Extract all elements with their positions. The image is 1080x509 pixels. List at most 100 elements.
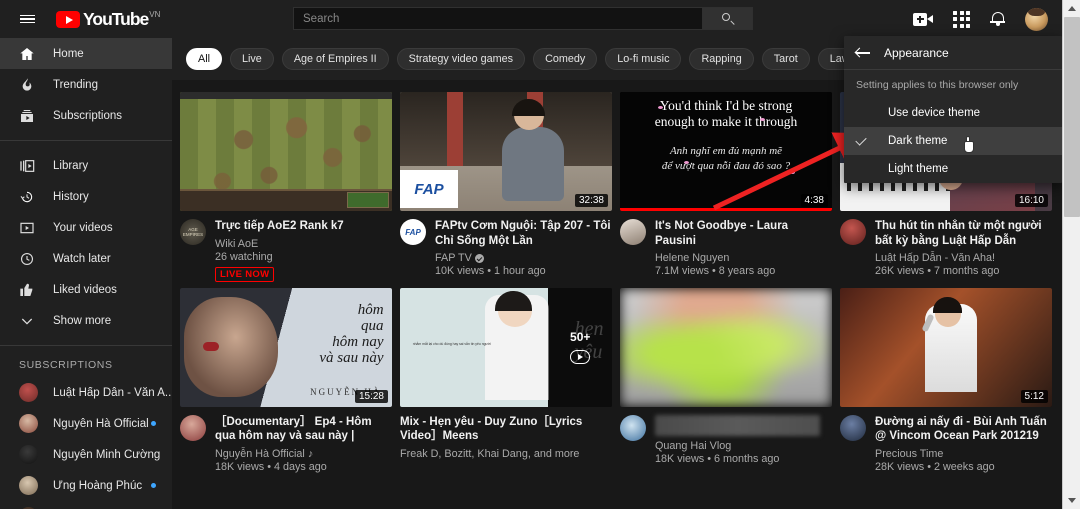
video-card[interactable]: Quang Hai Vlog18K views • 6 months ago: [620, 288, 836, 473]
video-duration: 5:12: [1021, 390, 1048, 403]
subscription-item[interactable]: Luật Hấp Dẫn - Văn A...: [0, 377, 172, 408]
account-avatar[interactable]: [1025, 8, 1048, 31]
video-thumbnail[interactable]: [180, 92, 392, 211]
scrollbar-thumb[interactable]: [1064, 17, 1080, 217]
channel-avatar[interactable]: FAP: [400, 219, 426, 245]
video-channel[interactable]: Precious Time: [875, 448, 1052, 460]
video-channel[interactable]: Helene Nguyen: [655, 252, 832, 264]
video-thumbnail[interactable]: hômquahôm nayvà sau nàyNGUYỄN HÀ15:28: [180, 288, 392, 407]
scroll-up-arrow[interactable]: [1063, 0, 1080, 17]
dropdown-back-row[interactable]: Appearance: [844, 36, 1062, 70]
filter-chip-age-of-empires-ii[interactable]: Age of Empires II: [282, 48, 389, 70]
video-meta: FAP FAPtv Cơm Nguội: Tập 207 - Tôi Chỉ Số…: [400, 219, 616, 277]
video-duration: 16:10: [1015, 194, 1048, 207]
sidebar-item-label: Library: [53, 160, 88, 172]
sidebar-item-watch-later[interactable]: Watch later: [0, 243, 172, 274]
subscription-label: Ưng Hoàng Phúc: [53, 480, 142, 492]
filter-chip-strategy-video-games[interactable]: Strategy video games: [397, 48, 525, 70]
theme-option-light-theme[interactable]: Light theme: [844, 155, 1062, 183]
video-title[interactable]: ［Documentary］ Ep4 - Hôm qua hôm nay và s…: [215, 415, 392, 444]
channel-avatar[interactable]: [620, 415, 646, 441]
scroll-down-arrow[interactable]: [1063, 492, 1080, 509]
video-duration: 15:28: [355, 390, 388, 403]
video-title[interactable]: Đường ai nấy đi - Bùi Anh Tuấn @ Vincom …: [875, 415, 1052, 444]
video-card[interactable]: nhắm mắt lại cho dù đúng hay sai vẫn tin…: [400, 288, 616, 473]
subscription-item[interactable]: Nguyễn Minh Cường: [0, 439, 172, 470]
video-channel[interactable]: Nguyễn Hà Official ♪: [215, 448, 392, 460]
channel-avatar[interactable]: [840, 219, 866, 245]
sidebar-item-home[interactable]: Home: [0, 38, 172, 69]
theme-option-dark-theme[interactable]: Dark theme: [844, 127, 1062, 155]
video-channel[interactable]: Freak D, Bozitt, Khai Dang, and more: [400, 448, 612, 460]
live-now-badge: LIVE NOW: [215, 267, 274, 282]
video-thumbnail[interactable]: nhắm mắt lại cho dù đúng hay sai vẫn tin…: [400, 288, 612, 407]
video-title[interactable]: It's Not Goodbye - Laura Pausini: [655, 219, 832, 248]
video-thumbnail[interactable]: You'd think I'd be strongenough to make …: [620, 92, 832, 211]
clock-icon: [19, 251, 43, 267]
filter-chip-comedy[interactable]: Comedy: [533, 48, 597, 70]
subscription-label: Luật Hấp Dẫn - Văn A...: [53, 387, 172, 399]
theme-option-use-device-theme[interactable]: Use device theme: [844, 99, 1062, 127]
youtube-logo[interactable]: YouTube VN: [56, 10, 160, 28]
filter-chip-rapping[interactable]: Rapping: [689, 48, 753, 70]
channel-avatar[interactable]: AGEEMPIRES: [180, 219, 206, 245]
video-title[interactable]: Mix - Hẹn yêu - Duy Zuno［Lyrics Video］Me…: [400, 415, 612, 444]
video-channel[interactable]: Wiki AoE: [215, 238, 392, 250]
video-card[interactable]: 5:12 Đường ai nấy đi - Bùi Anh Tuấn @ Vin…: [840, 288, 1056, 473]
video-channel[interactable]: FAP TV: [435, 252, 612, 264]
channel-avatar[interactable]: [180, 415, 206, 441]
video-thumbnail[interactable]: 5:12: [840, 288, 1052, 407]
video-card[interactable]: AGEEMPIRES Trực tiếp AoE2 Rank k7 Wiki AoE…: [180, 92, 396, 282]
apps-grid-icon[interactable]: [953, 11, 970, 28]
sidebar-item-history[interactable]: History: [0, 181, 172, 212]
sidebar-item-label: Show more: [53, 315, 111, 327]
video-channel[interactable]: Quang Hai Vlog: [655, 440, 832, 452]
subscription-item[interactable]: Nguyễn Hà Official: [0, 408, 172, 439]
subscription-item[interactable]: Fin'D: [0, 501, 172, 509]
search-input[interactable]: [303, 13, 702, 25]
hamburger-icon[interactable]: [8, 0, 46, 38]
sidebar-item-show-more[interactable]: Show more: [0, 305, 172, 336]
mix-count: 50+: [570, 330, 590, 344]
video-channel[interactable]: Luật Hấp Dẫn - Văn Aha!: [875, 252, 1052, 264]
video-card[interactable]: FAP32:38 FAP FAPtv Cơm Nguội: Tập 207 - Tô…: [400, 92, 616, 282]
channel-avatar[interactable]: [620, 219, 646, 245]
channel-name: Freak D, Bozitt, Khai Dang, and more: [400, 448, 579, 460]
sidebar-item-subscriptions[interactable]: Subscriptions: [0, 100, 172, 131]
channel-avatar[interactable]: [840, 415, 866, 441]
sidebar-item-trending[interactable]: Trending: [0, 69, 172, 100]
search-box[interactable]: [293, 7, 703, 30]
back-arrow-icon[interactable]: [856, 47, 870, 59]
subscription-label: Nguyễn Hà Official: [53, 418, 149, 430]
sidebar-item-your-videos[interactable]: Your videos: [0, 212, 172, 243]
video-title[interactable]: Trực tiếp AoE2 Rank k7: [215, 219, 392, 234]
video-title[interactable]: FAPtv Cơm Nguội: Tập 207 - Tôi Chỉ Sống …: [435, 219, 612, 248]
sidebar-primary-group: HomeTrendingSubscriptions: [0, 38, 172, 131]
checkmark-icon: [856, 136, 869, 147]
channel-avatar: [19, 476, 38, 495]
filter-chip-tarot[interactable]: Tarot: [762, 48, 810, 70]
video-thumbnail[interactable]: FAP32:38: [400, 92, 612, 211]
video-card[interactable]: hômquahôm nayvà sau nàyNGUYỄN HÀ15:28 ［Do…: [180, 288, 396, 473]
sidebar-item-liked-videos[interactable]: Liked videos: [0, 274, 172, 305]
search-button[interactable]: [703, 7, 753, 30]
video-title[interactable]: Thu hút tin nhắn từ một người bất kỳ bằn…: [875, 219, 1052, 248]
filter-chip-all[interactable]: All: [186, 48, 222, 70]
watch-progress-bar: [620, 208, 832, 211]
top-header: YouTube VN: [0, 0, 1062, 38]
sidebar: HomeTrendingSubscriptions Library History…: [0, 38, 172, 509]
channel-name: Nguyễn Hà Official ♪: [215, 448, 313, 460]
filter-chip-lo-fi-music[interactable]: Lo-fi music: [605, 48, 681, 70]
create-video-icon[interactable]: [913, 13, 933, 26]
video-card[interactable]: You'd think I'd be strongenough to make …: [620, 92, 836, 282]
video-thumbnail[interactable]: [620, 288, 832, 407]
sidebar-item-label: Watch later: [53, 253, 111, 265]
theme-option-label: Use device theme: [888, 107, 980, 119]
sidebar-item-library[interactable]: Library: [0, 150, 172, 181]
subscription-item[interactable]: Ưng Hoàng Phúc: [0, 470, 172, 501]
sidebar-divider-2: [0, 345, 172, 346]
browser-scrollbar[interactable]: [1062, 0, 1080, 509]
video-stats: 18K views • 6 months ago: [655, 453, 832, 465]
bell-icon[interactable]: [990, 11, 1005, 27]
filter-chip-live[interactable]: Live: [230, 48, 274, 70]
